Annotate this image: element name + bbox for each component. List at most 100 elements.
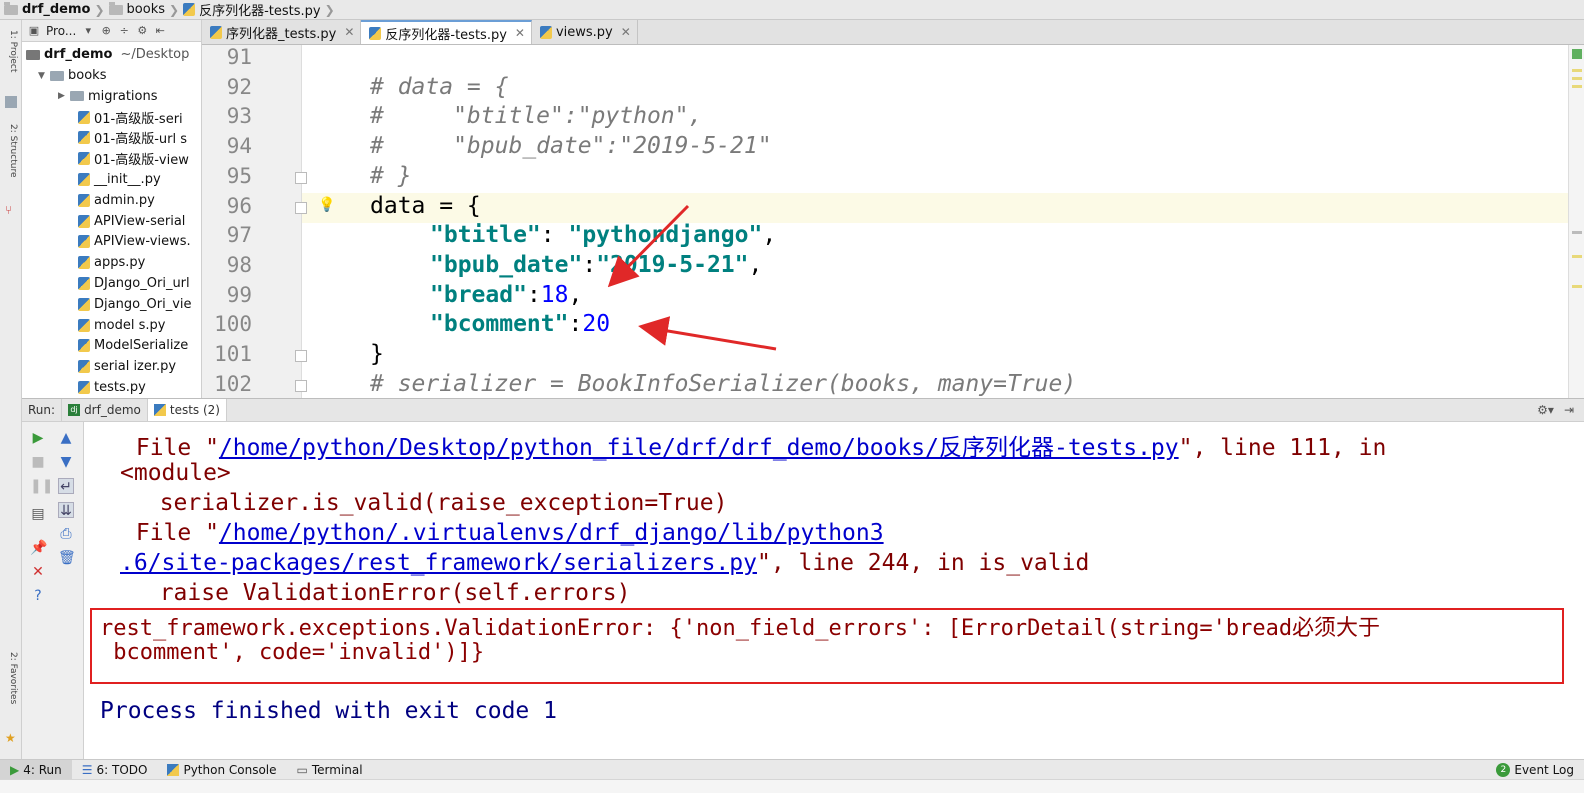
tree-folder[interactable]: ▶ migrations [22,86,201,107]
tree-file[interactable]: APIView-views. [22,231,201,252]
tree-file[interactable]: Django_Ori_vie [22,294,201,315]
gear-icon[interactable]: ⚙ [136,24,148,37]
tree-file[interactable]: admin.py [22,190,201,211]
run-console-output[interactable]: File "/home/python/Desktop/python_file/d… [84,422,1584,759]
tree-item-label: Django_Ori_vie [94,296,192,312]
code-line: "bcomment":20 [430,310,610,340]
run-tool-button[interactable]: ▶ 4: Run [0,759,72,780]
gear-icon[interactable]: ⚙▾ [1537,403,1554,417]
tree-file[interactable]: 01-高级版-seri [22,107,201,128]
warning-marker[interactable] [1572,77,1582,80]
scroll-thumb[interactable] [1572,231,1582,234]
tab-deserializer-tests[interactable]: 反序列化器-tests.py ✕ [361,20,532,44]
run-tab-drf-demo[interactable]: dj drf_demo [62,399,148,421]
tree-item-label: model s.py [94,317,166,333]
tree-file[interactable]: APIView-serial [22,211,201,232]
fold-marker[interactable] [295,202,307,214]
pin-icon[interactable]: 📌 [30,540,47,556]
tab-serializer-tests[interactable]: 序列化器_tests.py ✕ [202,20,362,44]
warning-marker[interactable] [1572,85,1582,88]
project-view-icon: ▣ [28,23,40,37]
tree-file[interactable]: 01-高级版-url s [22,127,201,148]
help-icon[interactable]: ? [30,588,46,604]
tree-file[interactable]: ModelSerialize [22,335,201,356]
code-line: "bpub_date":"2019-5-21", [430,251,762,281]
scroll-from-source-icon[interactable]: ⊕ [100,24,112,37]
editor-tab-bar: 序列化器_tests.py ✕ 反序列化器-tests.py ✕ views.p… [202,20,1584,45]
traceback-link[interactable]: .6/site-packages/rest_framework/serializ… [120,550,757,576]
project-view-selector[interactable]: Pro... [46,24,76,38]
console-text: ", line 111, in [1178,435,1387,461]
rerun-icon[interactable]: ▶ [30,430,46,446]
close-icon[interactable]: ✕ [515,26,525,40]
breadcrumb-project[interactable]: drf_demo [0,0,94,20]
close-icon[interactable]: ✕ [344,25,354,39]
event-log-button[interactable]: 2 Event Log [1486,760,1584,780]
chevron-down-icon[interactable]: ▼ [38,71,50,81]
arrow-down-icon[interactable]: ▼ [58,454,74,470]
folder-icon [108,1,123,15]
project-tool-button[interactable]: 1: Project [4,30,18,90]
close-icon[interactable]: ✕ [621,25,631,39]
traceback-link[interactable]: /home/python/Desktop/python_file/drf/drf… [219,435,1179,461]
python-file-icon [78,277,90,290]
fold-marker[interactable] [295,350,307,362]
code-punct: : [582,251,597,278]
run-toolbar: ▶ ■ ❚❚ ▤ 📌 ✕ ? ▲ ▼ ↵ ⇊ ⎙ 🗑 [22,422,84,759]
close-icon[interactable]: ✕ [30,564,46,580]
tree-file[interactable]: tests.py [22,377,201,398]
chevron-down-icon[interactable]: ▾ [82,24,94,37]
warning-marker[interactable] [1572,285,1582,288]
chevron-right-icon[interactable]: ▶ [58,91,70,101]
fold-marker[interactable] [295,172,307,184]
arrow-up-icon[interactable]: ▲ [58,430,74,446]
console-text: File " [122,520,219,546]
breadcrumb-folder[interactable]: books [105,0,169,20]
line-number: 102 [214,371,252,396]
lightbulb-icon[interactable]: 💡 [318,197,335,213]
code-line: "btitle": "pythondjango", [430,221,776,251]
pause-icon[interactable]: ❚❚ [30,478,53,494]
warning-marker[interactable] [1572,255,1582,258]
tree-item-label: 01-高级版-view [94,153,189,169]
line-number: 92 [226,74,252,99]
structure-tool-button[interactable]: 2: Structure [4,124,18,204]
python-console-tool-button[interactable]: Python Console [157,760,286,780]
hide-icon[interactable]: ⇥ [1564,403,1574,417]
tree-item-label: DJango_Ori_url [94,276,190,291]
layout-icon[interactable]: ▤ [30,506,46,522]
tree-file[interactable]: serial izer.py [22,356,201,377]
trash-icon[interactable]: 🗑 [58,550,76,566]
python-file-icon [78,173,90,186]
tree-file[interactable]: apps.py [22,252,201,273]
tree-folder[interactable]: ▼ books [22,65,201,86]
traceback-link[interactable]: /home/python/.virtualenvs/drf_django/lib… [219,520,884,546]
tree-file[interactable]: __init__.py [22,169,201,190]
breadcrumb: drf_demo ❯ books ❯ 反序列化器-tests.py ❯ [0,0,1584,20]
tab-views[interactable]: views.py ✕ [531,20,638,44]
console-text: File " [122,435,219,461]
breadcrumb-file[interactable]: 反序列化器-tests.py [179,0,325,20]
tree-root[interactable]: drf_demo ~/Desktop [22,44,201,65]
warning-marker[interactable] [1572,69,1582,72]
todo-tool-button[interactable]: ☰ 6: TODO [72,760,158,780]
print-icon[interactable]: ⎙ [58,526,74,542]
scroll-to-end-icon[interactable]: ⇊ [58,502,74,519]
collapse-all-icon[interactable]: ÷ [118,24,130,37]
code-editor[interactable]: 91 92 93 94 95 96 97 98 99 100 101 102 💡 # data = {… [202,45,1568,398]
editor-marker-strip[interactable] [1568,45,1584,398]
run-tab-tests[interactable]: tests (2) [147,399,227,421]
tree-file[interactable]: 01-高级版-view [22,148,201,169]
hide-icon[interactable]: ⇤ [154,24,166,37]
code-line: } [370,340,384,370]
tree-file[interactable]: DJango_Ori_url [22,273,201,294]
fold-marker[interactable] [295,380,307,392]
tree-file[interactable]: model s.py [22,315,201,336]
event-log-label: Event Log [1514,762,1574,777]
soft-wrap-icon[interactable]: ↵ [58,478,74,495]
favorites-tool-button[interactable]: 2: Favorites [4,652,18,732]
stop-icon[interactable]: ■ [30,454,46,470]
terminal-tool-button[interactable]: ▭ Terminal [287,760,373,780]
console-line-raise: raise ValidationError(self.errors) [132,580,631,606]
console-line-module: <module> [120,460,231,486]
